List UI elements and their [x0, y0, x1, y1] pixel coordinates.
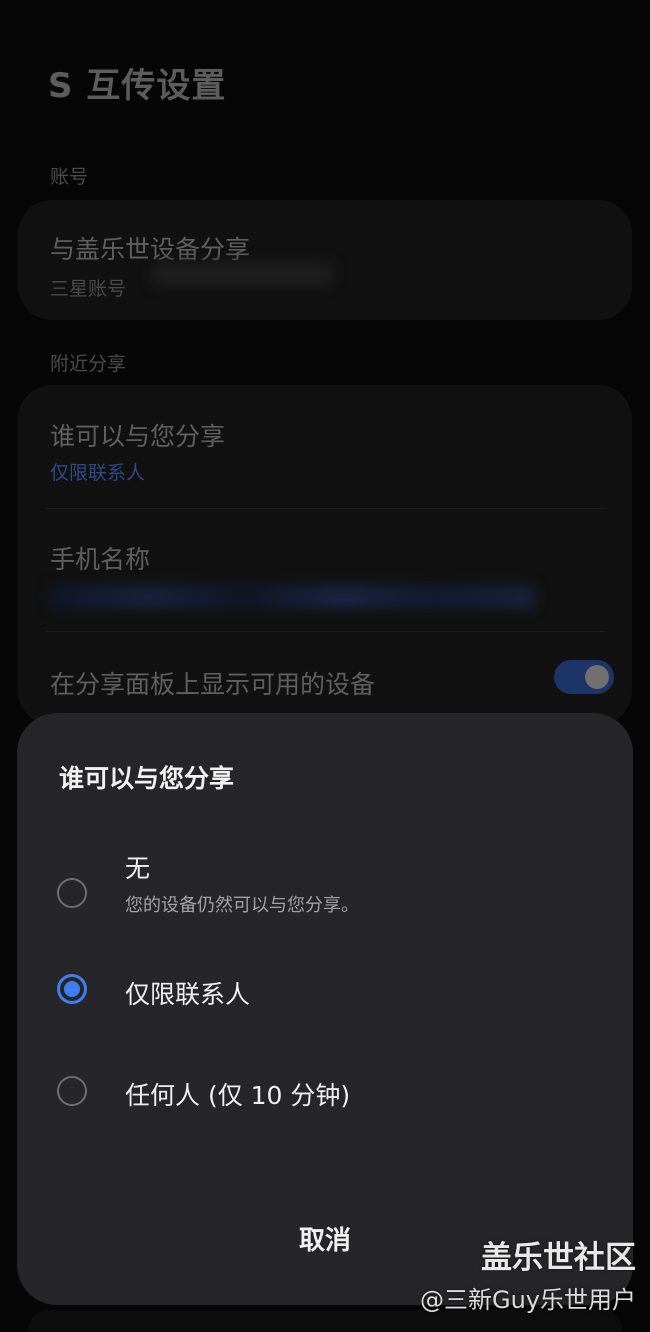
option-everyone[interactable]: 任何人 (仅 10 分钟) [17, 1046, 633, 1136]
show-devices-title: 在分享面板上显示可用的设备 [50, 670, 376, 699]
watermark-user: @三新Guy乐世用户 [419, 1286, 636, 1314]
divider [46, 508, 604, 509]
screen: S 互传设置 账号 与盖乐世设备分享 三星账号 附近分享 谁可以与您分享 仅限联… [0, 0, 650, 1332]
share-with-galaxy-title: 与盖乐世设备分享 [50, 235, 251, 264]
dialog-title: 谁可以与您分享 [59, 764, 235, 793]
account-card[interactable]: 与盖乐世设备分享 三星账号 [18, 200, 632, 320]
radio-button-none[interactable] [57, 878, 87, 908]
who-can-share-value: 仅限联系人 [50, 462, 146, 484]
nearby-card: 谁可以与您分享 仅限联系人 手机名称 在分享面板上显示可用的设备 [18, 385, 632, 725]
redacted-account [153, 262, 333, 286]
phone-name-title: 手机名称 [50, 545, 151, 574]
option-none-subtitle: 您的设备仍然可以与您分享。 [125, 895, 359, 916]
radio-button-contacts-only[interactable] [57, 974, 87, 1004]
redacted-phone-name [50, 585, 535, 609]
divider [46, 631, 604, 632]
option-none[interactable]: 无 您的设备仍然可以与您分享。 [17, 831, 633, 921]
page-title: S 互传设置 [48, 66, 227, 106]
toggle-knob [585, 665, 609, 689]
watermark-brand: 盖乐世社区 [481, 1240, 636, 1276]
option-contacts-only[interactable]: 仅限联系人 [17, 945, 633, 1035]
section-label-account: 账号 [50, 166, 89, 188]
section-label-nearby: 附近分享 [50, 353, 127, 375]
option-none-label: 无 [125, 854, 151, 883]
option-contacts-only-label: 仅限联系人 [125, 980, 251, 1009]
samsung-account-label: 三星账号 [50, 278, 127, 300]
cancel-button[interactable]: 取消 [255, 1211, 395, 1271]
option-everyone-label: 任何人 (仅 10 分钟) [125, 1081, 351, 1110]
radio-button-everyone[interactable] [57, 1076, 87, 1106]
who-can-share-dialog: 谁可以与您分享 无 您的设备仍然可以与您分享。 仅限联系人 任何人 (仅 10 … [17, 713, 633, 1305]
show-devices-toggle[interactable] [554, 660, 614, 694]
who-can-share-title: 谁可以与您分享 [50, 422, 226, 451]
